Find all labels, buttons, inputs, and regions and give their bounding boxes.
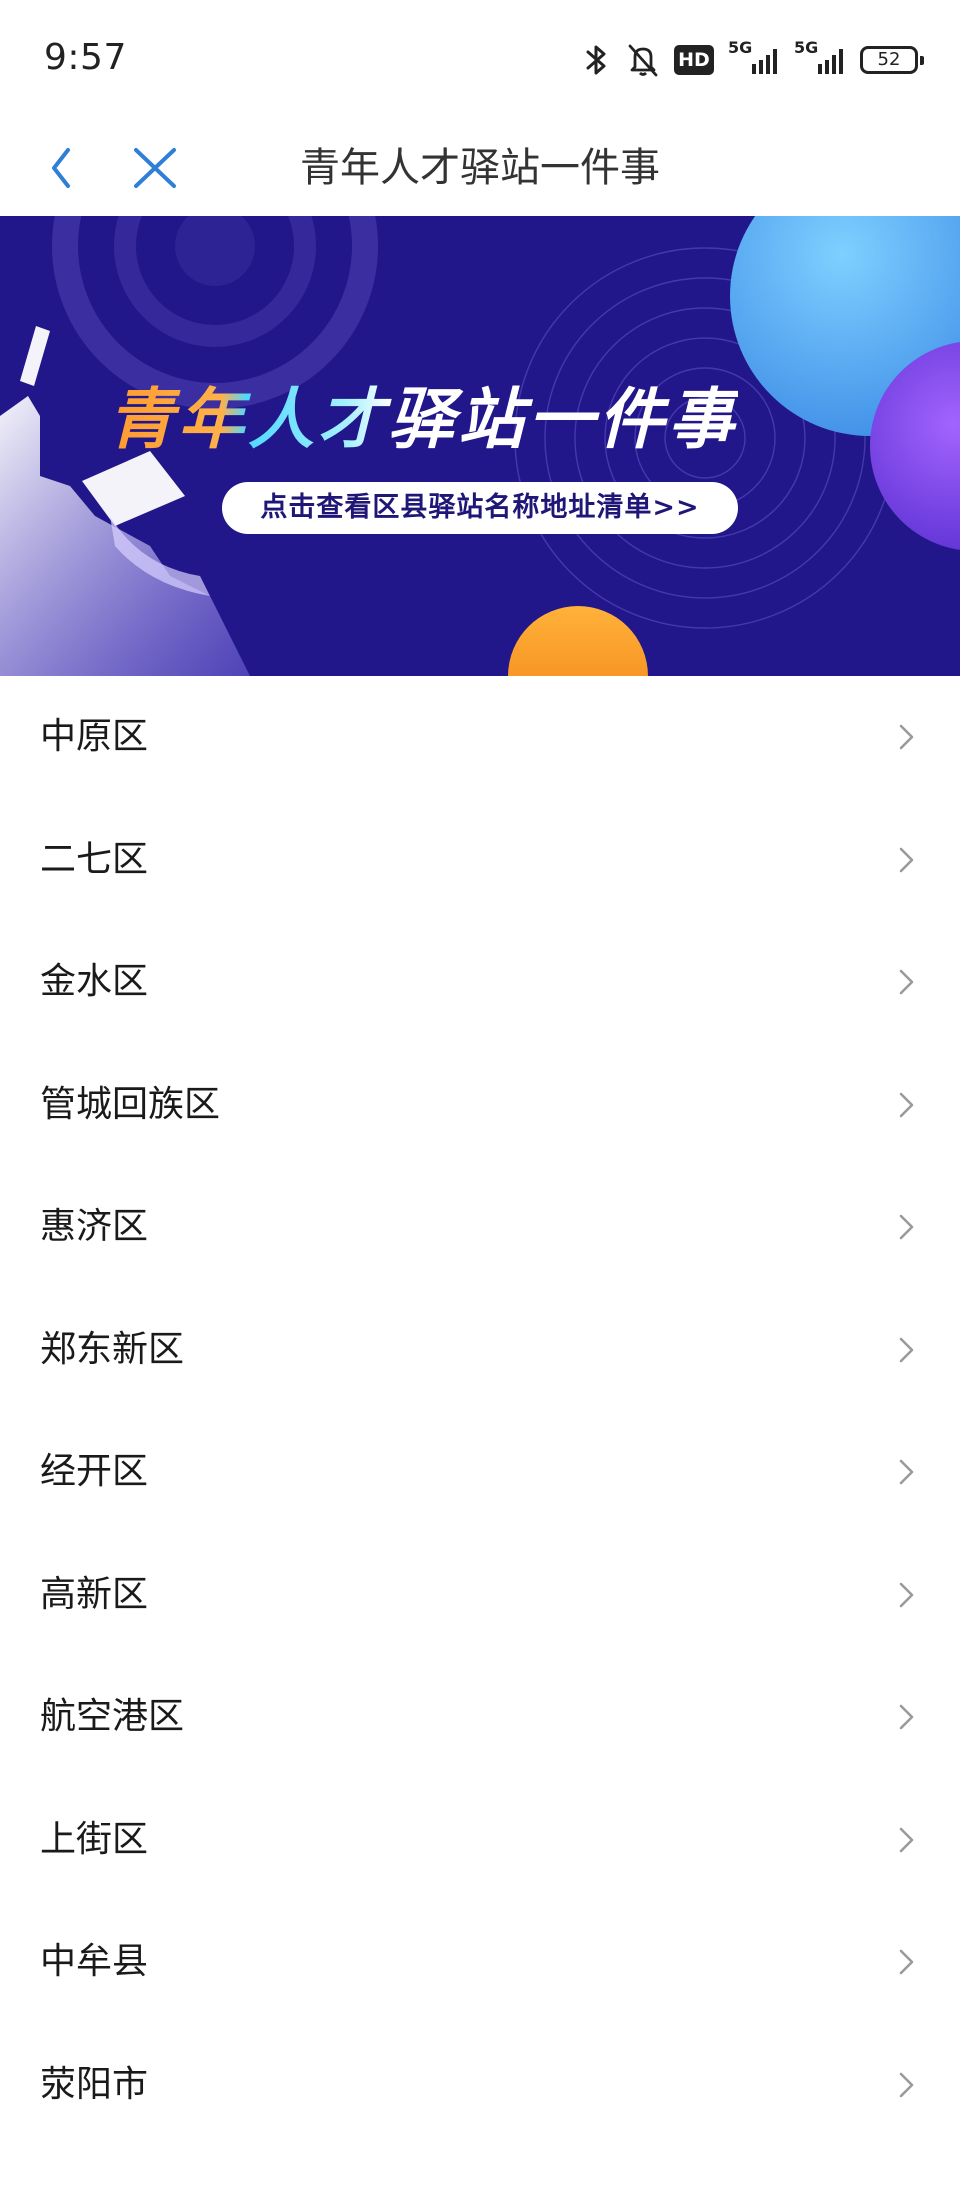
list-item-label: 郑东新区: [40, 1328, 185, 1370]
close-icon[interactable]: [126, 138, 186, 198]
list-item-label: 中牟县: [40, 1941, 149, 1982]
list-item-label: 管城回族区: [40, 1083, 221, 1125]
list-item[interactable]: 二七区: [0, 798, 960, 921]
hd-icon: HD: [674, 45, 714, 75]
chevron-right-icon: [899, 724, 914, 750]
list-item[interactable]: 荥阳市: [0, 2023, 960, 2146]
bell-muted-icon: [626, 42, 660, 78]
list-item[interactable]: 航空港区: [0, 1656, 960, 1779]
chevron-right-icon: [899, 1214, 914, 1240]
district-list: 中原区 二七区 金水区 管城回族区 惠济区 郑东新区 经开区 高新区 航空港区 …: [0, 676, 960, 2146]
status-time: 9:57: [44, 37, 127, 78]
list-item-label: 航空港区: [40, 1696, 185, 1737]
list-item[interactable]: 上街区: [0, 1778, 960, 1901]
bluetooth-icon: [582, 42, 612, 78]
list-item[interactable]: 惠济区: [0, 1166, 960, 1289]
list-item-label: 经开区: [40, 1451, 149, 1492]
banner-title-text: 青年人才驿站一件事: [108, 381, 738, 458]
list-item[interactable]: 管城回族区: [0, 1043, 960, 1166]
banner-title: 青年人才驿站一件事: [108, 380, 738, 460]
list-item-label: 荥阳市: [40, 2063, 149, 2105]
signal-icon: 5G: [728, 38, 780, 78]
list-item-label: 惠济区: [40, 1206, 149, 1247]
chevron-right-icon: [899, 847, 914, 872]
list-item[interactable]: 中牟县: [0, 1901, 960, 2024]
list-item[interactable]: 郑东新区: [0, 1288, 960, 1411]
status-icons: HD 5G 5G 52: [582, 38, 924, 80]
list-item[interactable]: 金水区: [0, 921, 960, 1044]
chevron-right-icon: [899, 969, 914, 995]
chevron-left-icon[interactable]: [40, 138, 100, 198]
chevron-right-icon: [899, 1949, 914, 1975]
chevron-right-icon: [899, 1827, 914, 1852]
status-bar: 9:57 HD 5G 5G 52: [0, 0, 960, 118]
list-item-label: 上街区: [40, 1818, 149, 1860]
list-item[interactable]: 中原区: [0, 676, 960, 799]
chevron-right-icon: [899, 1337, 914, 1362]
list-item[interactable]: 经开区: [0, 1411, 960, 1534]
battery-icon: 52: [860, 46, 924, 74]
chevron-right-icon: [899, 1704, 914, 1730]
list-item-label: 金水区: [40, 961, 149, 1002]
list-item-label: 二七区: [40, 838, 149, 880]
chevron-right-icon: [899, 2072, 914, 2097]
banner-link-pill[interactable]: 点击查看区县驿站名称地址清单>>: [222, 482, 738, 534]
signal-icon: 5G: [794, 38, 846, 78]
chevron-right-icon: [899, 1582, 914, 1607]
banner[interactable]: 青年人才驿站一件事 点击查看区县驿站名称地址清单>>: [0, 216, 960, 676]
chevron-right-icon: [899, 1459, 914, 1485]
list-item-label: 中原区: [40, 716, 149, 757]
chevron-right-icon: [899, 1092, 914, 1117]
list-item[interactable]: 高新区: [0, 1533, 960, 1656]
nav-bar: 青年人才驿站一件事: [0, 118, 960, 218]
list-item-label: 高新区: [40, 1573, 149, 1615]
